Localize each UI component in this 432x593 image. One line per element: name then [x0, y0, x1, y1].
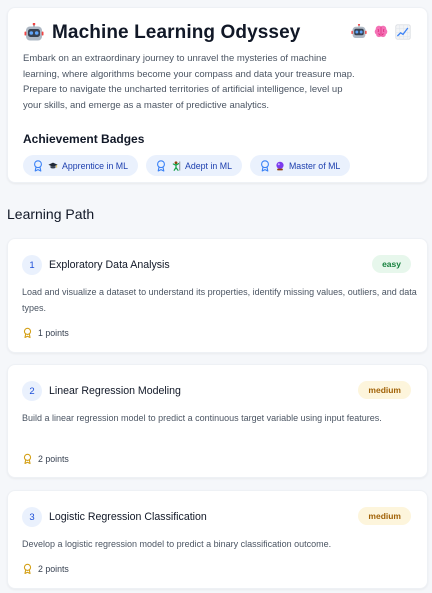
medal-icon [156, 159, 166, 172]
step-title: Linear Regression Modeling [49, 385, 181, 397]
points-label: 2 points [38, 454, 69, 464]
difficulty-badge: medium [358, 381, 411, 399]
brain-icon [373, 24, 389, 40]
step-title: Logistic Regression Classification [49, 511, 207, 523]
points-label: 2 points [38, 564, 69, 574]
badge-master[interactable]: Master of ML [249, 155, 351, 176]
badge-adept[interactable]: Adept in ML [146, 155, 242, 176]
badge-label: Adept in ML [185, 160, 232, 171]
hero-card: Machine Learning Odyssey Embark on an ex… [7, 7, 428, 183]
chart-increasing-icon [395, 24, 411, 40]
step-card-2[interactable]: 2 Linear Regression Modeling medium Buil… [7, 364, 428, 478]
step-description: Build a linear regression model to predi… [22, 413, 382, 423]
difficulty-badge: easy [372, 255, 411, 273]
step-number: 2 [22, 381, 42, 401]
robot-icon [24, 23, 44, 43]
step-number: 3 [22, 507, 42, 527]
hero-title-row: Machine Learning Odyssey [24, 22, 300, 44]
step-title: Exploratory Data Analysis [49, 259, 170, 271]
hero-description: Embark on an extraordinary journey to un… [23, 53, 355, 111]
step-card-3[interactable]: 3 Logistic Regression Classification med… [7, 490, 428, 589]
points-label: 1 points [38, 328, 69, 338]
step-card-1[interactable]: 1 Exploratory Data Analysis easy Load an… [7, 238, 428, 353]
badge-label: Master of ML [288, 160, 341, 171]
step-number: 1 [22, 255, 42, 275]
hero-header-icons [351, 24, 411, 40]
badge-apprentice[interactable]: Apprentice in ML [23, 155, 139, 176]
learning-path-title: Learning Path [7, 206, 95, 222]
medal-icon [260, 159, 270, 172]
medal-icon [23, 327, 32, 339]
medal-icon [23, 453, 32, 465]
step-points: 1 points [23, 327, 69, 339]
step-points: 2 points [23, 563, 69, 575]
robot-icon [351, 24, 367, 40]
crystal-ball-icon [275, 161, 285, 171]
step-points: 2 points [23, 453, 69, 465]
step-description: Develop a logistic regression model to p… [22, 539, 332, 549]
page-title: Machine Learning Odyssey [52, 22, 301, 43]
medal-icon [33, 159, 43, 172]
medal-icon [23, 563, 32, 575]
badges-title: Achievement Badges [23, 132, 145, 146]
badge-label: Apprentice in ML [62, 160, 129, 171]
difficulty-badge: medium [358, 507, 411, 525]
person-climbing-icon [171, 160, 181, 171]
graduation-cap-icon [48, 162, 58, 170]
badge-list: Apprentice in ML Adept in ML Master of M… [23, 155, 358, 176]
step-description: Load and visualize a dataset to understa… [22, 287, 417, 313]
